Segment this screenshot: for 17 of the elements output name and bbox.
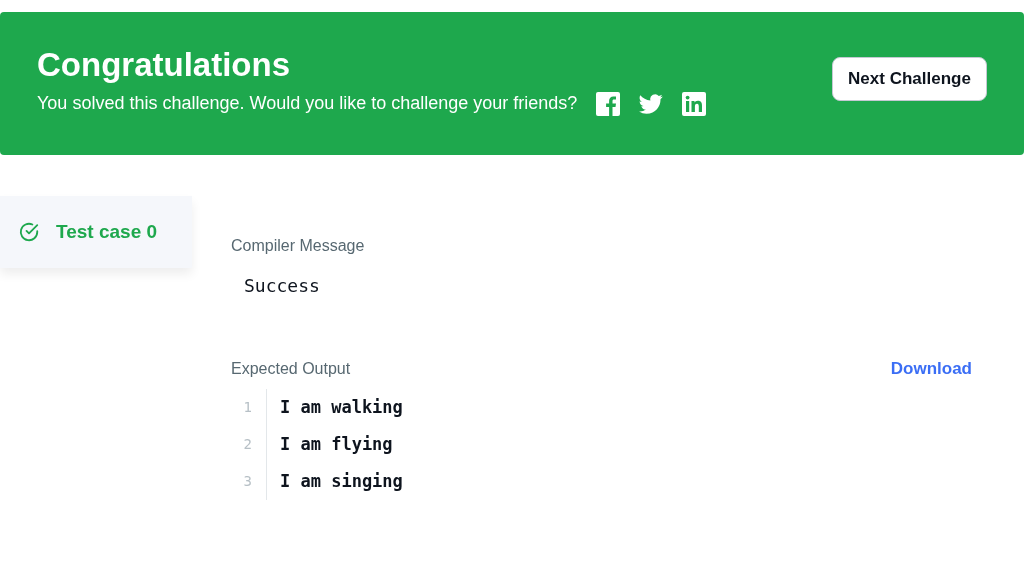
- line-number: 1: [231, 389, 267, 426]
- line-number: 2: [231, 426, 267, 463]
- output-line: I am flying: [279, 433, 394, 456]
- output-line: I am singing: [279, 470, 404, 493]
- next-challenge-button[interactable]: Next Challenge: [832, 56, 987, 101]
- twitter-icon[interactable]: [639, 91, 664, 116]
- download-link[interactable]: Download: [890, 359, 972, 379]
- section-label: Compiler Message: [231, 237, 365, 254]
- facebook-icon[interactable]: [596, 91, 621, 116]
- banner-message: You solved this challenge. Would you like to challenge your friends?: [37, 93, 578, 114]
- line-number: 3: [231, 463, 267, 500]
- test-case-tab[interactable]: Test case 0: [0, 196, 192, 268]
- linkedin-icon[interactable]: [682, 91, 707, 116]
- section-label: Expected Output: [231, 360, 351, 378]
- banner-title: Congratulations: [37, 45, 291, 84]
- output-line: I am walking: [279, 396, 404, 419]
- compiler-output: Success: [244, 275, 321, 296]
